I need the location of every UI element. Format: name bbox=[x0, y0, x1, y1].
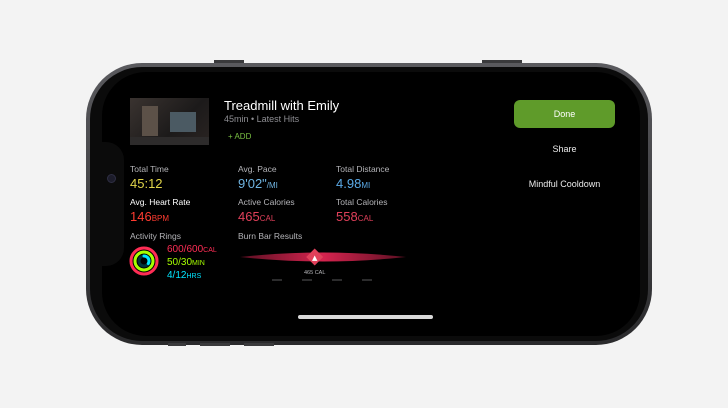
display-notch bbox=[102, 142, 124, 266]
workout-thumbnail[interactable] bbox=[130, 98, 209, 145]
mindful-cooldown-button[interactable]: Mindful Cooldown bbox=[514, 170, 615, 198]
side-button-vol2 bbox=[200, 343, 230, 346]
share-button[interactable]: Share bbox=[514, 135, 615, 163]
activity-rings-label: Activity Rings bbox=[130, 231, 182, 241]
workout-title: Treadmill with Emily bbox=[224, 98, 340, 113]
side-button-top bbox=[214, 60, 244, 63]
active-calories-value: 465CAL bbox=[238, 209, 276, 224]
total-calories-label: Total Calories bbox=[336, 197, 388, 207]
home-indicator[interactable] bbox=[298, 315, 433, 319]
side-button-vol1 bbox=[168, 343, 186, 346]
activity-rings-icon bbox=[129, 246, 159, 276]
avg-pace-value: 9'02"/MI bbox=[238, 176, 278, 191]
total-distance-label: Total Distance bbox=[336, 164, 390, 174]
burn-bar-chart: ▲ 465 CAL bbox=[240, 248, 406, 281]
add-button[interactable]: + ADD bbox=[228, 132, 251, 141]
camera-icon bbox=[107, 174, 116, 183]
total-time-label: Total Time bbox=[130, 164, 169, 174]
exercise-ring-value: 50/30MIN bbox=[167, 257, 205, 268]
side-button-power bbox=[482, 60, 522, 63]
total-calories-value: 558CAL bbox=[336, 209, 374, 224]
flame-icon: ▲ bbox=[312, 254, 318, 262]
avg-heart-rate-label: Avg. Heart Rate bbox=[130, 197, 191, 207]
watch-screen: Treadmill with Emily 45min • Latest Hits… bbox=[102, 72, 640, 336]
side-button-vol3 bbox=[244, 343, 274, 346]
done-button[interactable]: Done bbox=[514, 100, 615, 128]
total-distance-value: 4.98MI bbox=[336, 176, 371, 191]
burn-bar-label: Burn Bar Results bbox=[238, 231, 303, 241]
move-ring-value: 600/600CAL bbox=[167, 244, 217, 255]
workout-subtitle: 45min • Latest Hits bbox=[224, 114, 300, 124]
avg-heart-rate-value: 146BPM bbox=[130, 209, 170, 224]
avg-pace-label: Avg. Pace bbox=[238, 164, 277, 174]
burn-bar-marker-label: 465 CAL bbox=[304, 270, 325, 276]
stand-ring-value: 4/12HRS bbox=[167, 270, 202, 281]
total-time-value: 45:12 bbox=[130, 176, 163, 191]
active-calories-label: Active Calories bbox=[238, 197, 295, 207]
